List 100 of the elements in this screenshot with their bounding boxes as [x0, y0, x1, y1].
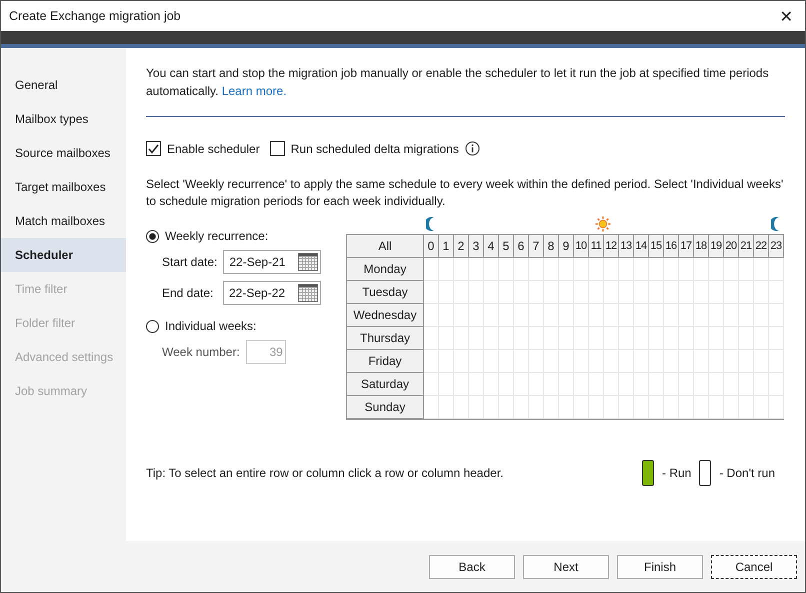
schedule-cell[interactable] [514, 396, 529, 419]
schedule-cell[interactable] [664, 281, 679, 304]
day-header[interactable]: Saturday [347, 373, 424, 396]
schedule-cell[interactable] [709, 350, 724, 373]
schedule-cell[interactable] [589, 281, 604, 304]
schedule-cell[interactable] [484, 373, 499, 396]
schedule-cell[interactable] [514, 304, 529, 327]
schedule-cell[interactable] [439, 304, 454, 327]
date-field[interactable]: 22-Sep-22 [223, 281, 321, 305]
schedule-cell[interactable] [604, 281, 619, 304]
checkbox[interactable] [270, 141, 285, 156]
close-button[interactable]: ✕ [776, 6, 797, 26]
schedule-cell[interactable] [529, 258, 544, 281]
schedule-cell[interactable] [454, 373, 469, 396]
schedule-cell[interactable] [724, 350, 739, 373]
schedule-cell[interactable] [649, 327, 664, 350]
schedule-cell[interactable] [454, 327, 469, 350]
hour-header[interactable]: 15 [649, 235, 664, 258]
schedule-cell[interactable] [529, 396, 544, 419]
hour-header[interactable]: 18 [694, 235, 709, 258]
schedule-cell[interactable] [574, 258, 589, 281]
schedule-cell[interactable] [499, 304, 514, 327]
schedule-cell[interactable] [754, 350, 769, 373]
schedule-cell[interactable] [724, 258, 739, 281]
schedule-cell[interactable] [454, 281, 469, 304]
schedule-cell[interactable] [664, 396, 679, 419]
schedule-cell[interactable] [649, 350, 664, 373]
schedule-cell[interactable] [649, 373, 664, 396]
schedule-cell[interactable] [679, 281, 694, 304]
hour-header[interactable]: 1 [439, 235, 454, 258]
schedule-cell[interactable] [709, 327, 724, 350]
calendar-icon[interactable] [298, 253, 318, 271]
schedule-cell[interactable] [739, 396, 754, 419]
schedule-cell[interactable] [484, 350, 499, 373]
schedule-cell[interactable] [484, 258, 499, 281]
schedule-cell[interactable] [574, 396, 589, 419]
schedule-cell[interactable] [619, 304, 634, 327]
schedule-cell[interactable] [694, 350, 709, 373]
day-header[interactable]: Sunday [347, 396, 424, 419]
hour-header[interactable]: 19 [709, 235, 724, 258]
hour-header[interactable]: 6 [514, 235, 529, 258]
hour-header[interactable]: 23 [769, 235, 784, 258]
schedule-cell[interactable] [619, 373, 634, 396]
hour-header[interactable]: 22 [754, 235, 769, 258]
schedule-cell[interactable] [754, 304, 769, 327]
hour-header[interactable]: 2 [454, 235, 469, 258]
schedule-cell[interactable] [679, 350, 694, 373]
schedule-cell[interactable] [679, 258, 694, 281]
schedule-cell[interactable] [484, 396, 499, 419]
sidebar-item[interactable]: Source mailboxes [1, 136, 126, 170]
hour-header[interactable]: 21 [739, 235, 754, 258]
schedule-cell[interactable] [589, 258, 604, 281]
schedule-cell[interactable] [694, 373, 709, 396]
sidebar-item[interactable]: Target mailboxes [1, 170, 126, 204]
schedule-cell[interactable] [649, 396, 664, 419]
schedule-cell[interactable] [754, 396, 769, 419]
schedule-cell[interactable] [559, 373, 574, 396]
schedule-cell[interactable] [439, 281, 454, 304]
schedule-cell[interactable] [694, 304, 709, 327]
schedule-cell[interactable] [469, 327, 484, 350]
schedule-cell[interactable] [469, 350, 484, 373]
schedule-cell[interactable] [769, 304, 784, 327]
schedule-cell[interactable] [544, 258, 559, 281]
schedule-cell[interactable] [589, 373, 604, 396]
schedule-cell[interactable] [724, 396, 739, 419]
hour-header[interactable]: 17 [679, 235, 694, 258]
schedule-cell[interactable] [514, 373, 529, 396]
schedule-cell[interactable] [694, 327, 709, 350]
day-header[interactable]: Thursday [347, 327, 424, 350]
schedule-cell[interactable] [754, 327, 769, 350]
schedule-cell[interactable] [709, 396, 724, 419]
schedule-cell[interactable] [679, 327, 694, 350]
schedule-cell[interactable] [469, 396, 484, 419]
schedule-cell[interactable] [574, 350, 589, 373]
schedule-cell[interactable] [454, 396, 469, 419]
hour-header[interactable]: 11 [589, 235, 604, 258]
hour-header[interactable]: 16 [664, 235, 679, 258]
schedule-cell[interactable] [739, 350, 754, 373]
day-header[interactable]: Wednesday [347, 304, 424, 327]
schedule-cell[interactable] [769, 327, 784, 350]
schedule-cell[interactable] [424, 258, 439, 281]
info-icon[interactable] [464, 141, 480, 156]
schedule-cell[interactable] [499, 281, 514, 304]
schedule-cell[interactable] [499, 373, 514, 396]
schedule-cell[interactable] [604, 327, 619, 350]
schedule-cell[interactable] [769, 373, 784, 396]
schedule-cell[interactable] [544, 281, 559, 304]
schedule-cell[interactable] [514, 258, 529, 281]
schedule-cell[interactable] [754, 281, 769, 304]
dialog-button[interactable]: Cancel [711, 554, 797, 578]
dialog-button[interactable]: Finish [617, 554, 703, 578]
sidebar-item[interactable]: General [1, 68, 126, 102]
schedule-cell[interactable] [484, 281, 499, 304]
schedule-cell[interactable] [724, 304, 739, 327]
schedule-cell[interactable] [679, 396, 694, 419]
schedule-cell[interactable] [514, 327, 529, 350]
schedule-cell[interactable] [604, 373, 619, 396]
schedule-cell[interactable] [634, 350, 649, 373]
schedule-cell[interactable] [694, 281, 709, 304]
schedule-cell[interactable] [769, 281, 784, 304]
